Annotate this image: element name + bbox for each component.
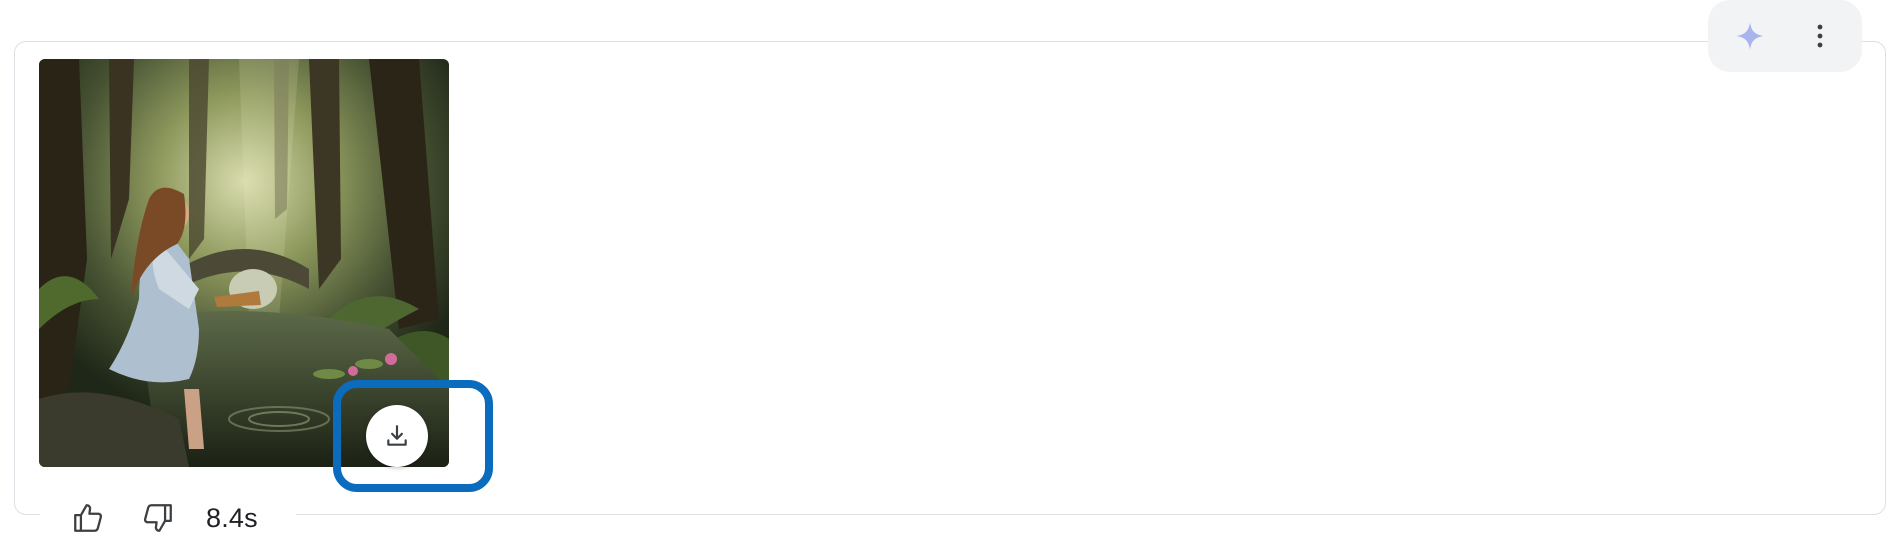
feedback-bar: 8.4s (40, 492, 296, 544)
thumbs-down-icon (143, 504, 172, 532)
thumbs-up-button[interactable] (66, 496, 110, 540)
sparkle-icon (1736, 22, 1764, 50)
more-vert-icon (1817, 24, 1823, 48)
response-toolbar (1708, 0, 1862, 72)
more-options-button[interactable] (1800, 16, 1840, 56)
sparkle-button[interactable] (1730, 16, 1770, 56)
thumbs-down-button[interactable] (136, 496, 180, 540)
download-icon (387, 425, 407, 446)
response-duration: 8.4s (206, 502, 258, 533)
download-button[interactable] (366, 405, 428, 467)
thumbs-up-icon (74, 504, 103, 532)
response-area: 8.4s (0, 0, 1904, 545)
